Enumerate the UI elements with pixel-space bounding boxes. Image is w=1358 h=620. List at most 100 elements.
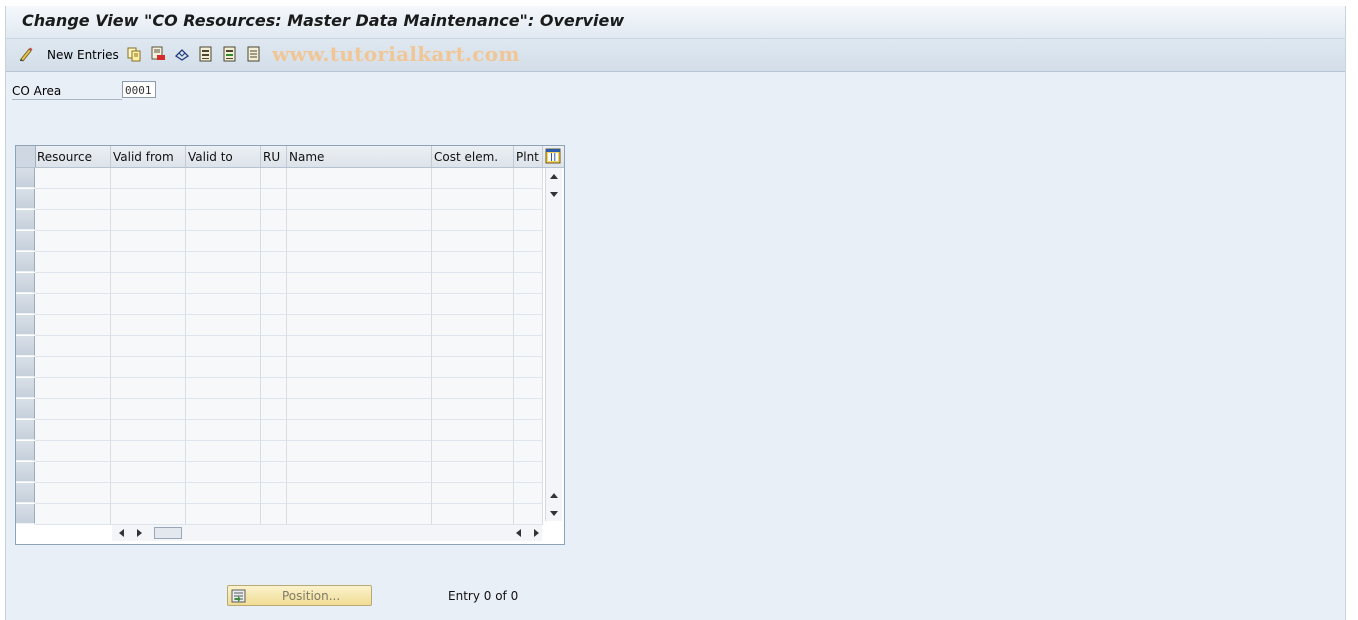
table-cell[interactable] bbox=[287, 462, 432, 483]
table-cell[interactable] bbox=[261, 378, 287, 399]
table-cell[interactable] bbox=[432, 189, 514, 210]
row-selector[interactable] bbox=[16, 399, 35, 419]
row-selector[interactable] bbox=[16, 273, 35, 293]
select-block-icon[interactable] bbox=[222, 46, 238, 63]
table-cell[interactable] bbox=[261, 441, 287, 462]
table-cell[interactable] bbox=[35, 462, 111, 483]
row-selector[interactable] bbox=[16, 189, 35, 209]
table-cell[interactable] bbox=[432, 483, 514, 504]
table-cell[interactable] bbox=[35, 336, 111, 357]
table-cell[interactable] bbox=[261, 357, 287, 378]
table-cell[interactable] bbox=[186, 189, 261, 210]
table-cell[interactable] bbox=[186, 420, 261, 441]
table-cell[interactable] bbox=[111, 252, 186, 273]
col-header-name[interactable]: Name bbox=[287, 146, 432, 167]
table-cell[interactable] bbox=[186, 504, 261, 525]
table-cell[interactable] bbox=[35, 294, 111, 315]
copy-icon[interactable] bbox=[126, 46, 142, 63]
table-cell[interactable] bbox=[261, 399, 287, 420]
table-cell[interactable] bbox=[186, 294, 261, 315]
table-cell[interactable] bbox=[432, 357, 514, 378]
position-button[interactable]: Position... bbox=[227, 585, 372, 606]
table-cell[interactable] bbox=[186, 273, 261, 294]
table-cell[interactable] bbox=[514, 294, 543, 315]
new-entries-button[interactable]: New Entries bbox=[47, 48, 119, 62]
table-cell[interactable] bbox=[111, 189, 186, 210]
table-cell[interactable] bbox=[514, 399, 543, 420]
table-cell[interactable] bbox=[111, 168, 186, 189]
table-cell[interactable] bbox=[432, 462, 514, 483]
table-cell[interactable] bbox=[287, 189, 432, 210]
table-cell[interactable] bbox=[186, 336, 261, 357]
table-cell[interactable] bbox=[111, 399, 186, 420]
table-cell[interactable] bbox=[514, 441, 543, 462]
table-cell[interactable] bbox=[111, 273, 186, 294]
scroll-right-icon[interactable] bbox=[137, 529, 142, 537]
table-cell[interactable] bbox=[111, 504, 186, 525]
table-cell[interactable] bbox=[287, 231, 432, 252]
table-cell[interactable] bbox=[432, 420, 514, 441]
table-cell[interactable] bbox=[514, 462, 543, 483]
table-cell[interactable] bbox=[261, 273, 287, 294]
col-header-valid-from[interactable]: Valid from bbox=[111, 146, 186, 167]
row-selector[interactable] bbox=[16, 462, 35, 482]
table-cell[interactable] bbox=[261, 315, 287, 336]
table-cell[interactable] bbox=[287, 315, 432, 336]
table-cell[interactable] bbox=[261, 336, 287, 357]
table-cell[interactable] bbox=[261, 231, 287, 252]
table-cell[interactable] bbox=[111, 336, 186, 357]
table-cell[interactable] bbox=[432, 252, 514, 273]
table-cell[interactable] bbox=[287, 378, 432, 399]
col-header-valid-to[interactable]: Valid to bbox=[186, 146, 261, 167]
table-cell[interactable] bbox=[35, 252, 111, 273]
col-header-resource[interactable]: Resource bbox=[35, 146, 111, 167]
table-cell[interactable] bbox=[287, 420, 432, 441]
table-cell[interactable] bbox=[35, 483, 111, 504]
table-cell[interactable] bbox=[287, 273, 432, 294]
table-cell[interactable] bbox=[111, 315, 186, 336]
table-cell[interactable] bbox=[111, 357, 186, 378]
row-selector[interactable] bbox=[16, 231, 35, 251]
table-cell[interactable] bbox=[111, 231, 186, 252]
table-cell[interactable] bbox=[261, 420, 287, 441]
table-cell[interactable] bbox=[111, 294, 186, 315]
table-cell[interactable] bbox=[186, 252, 261, 273]
table-cell[interactable] bbox=[186, 315, 261, 336]
table-cell[interactable] bbox=[35, 378, 111, 399]
table-cell[interactable] bbox=[514, 504, 543, 525]
undo-change-icon[interactable] bbox=[174, 46, 190, 63]
scroll-left-icon[interactable] bbox=[119, 529, 124, 537]
scroll-up-icon[interactable] bbox=[550, 174, 558, 179]
table-cell[interactable] bbox=[432, 504, 514, 525]
table-cell[interactable] bbox=[186, 441, 261, 462]
scroll-left-end-icon[interactable] bbox=[516, 529, 521, 537]
table-cell[interactable] bbox=[287, 399, 432, 420]
table-cell[interactable] bbox=[35, 210, 111, 231]
table-cell[interactable] bbox=[432, 336, 514, 357]
table-cell[interactable] bbox=[186, 357, 261, 378]
row-selector[interactable] bbox=[16, 336, 35, 356]
deselect-all-icon[interactable] bbox=[246, 46, 262, 63]
table-cell[interactable] bbox=[186, 483, 261, 504]
row-selector[interactable] bbox=[16, 357, 35, 377]
table-cell[interactable] bbox=[432, 399, 514, 420]
row-selector[interactable] bbox=[16, 315, 35, 335]
table-cell[interactable] bbox=[514, 336, 543, 357]
table-cell[interactable] bbox=[35, 273, 111, 294]
table-cell[interactable] bbox=[35, 315, 111, 336]
table-cell[interactable] bbox=[186, 231, 261, 252]
page-up-icon[interactable] bbox=[550, 493, 558, 498]
table-cell[interactable] bbox=[35, 189, 111, 210]
table-cell[interactable] bbox=[287, 252, 432, 273]
row-selector[interactable] bbox=[16, 504, 35, 524]
table-cell[interactable] bbox=[287, 441, 432, 462]
table-cell[interactable] bbox=[287, 168, 432, 189]
co-area-field[interactable]: 0001 bbox=[122, 81, 156, 98]
row-selector[interactable] bbox=[16, 252, 35, 272]
table-cell[interactable] bbox=[514, 189, 543, 210]
table-cell[interactable] bbox=[186, 462, 261, 483]
table-cell[interactable] bbox=[261, 168, 287, 189]
table-cell[interactable] bbox=[186, 168, 261, 189]
table-cell[interactable] bbox=[432, 231, 514, 252]
vertical-scrollbar[interactable] bbox=[545, 168, 562, 521]
